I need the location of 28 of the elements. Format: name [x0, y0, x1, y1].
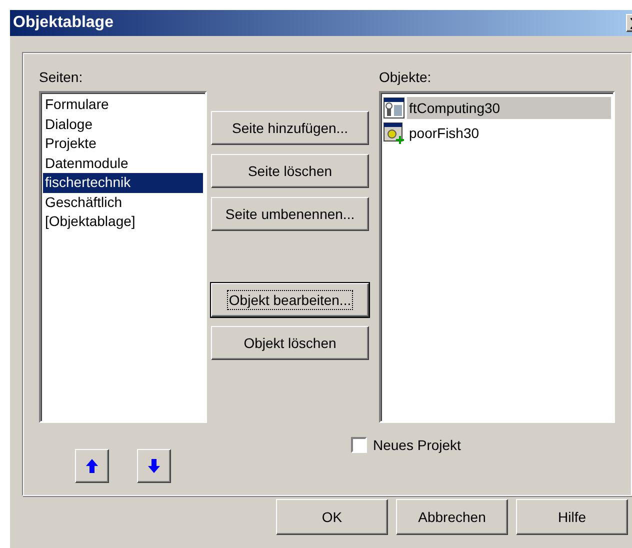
project-icon [383, 122, 405, 144]
action-button[interactable]: Objekt bearbeiten... [211, 283, 369, 317]
form-icon [383, 96, 405, 118]
arrow-down-icon [148, 459, 160, 473]
action-button[interactable]: Seite hinzufügen... [211, 111, 369, 145]
dialog-button[interactable]: Abbrechen [396, 499, 508, 535]
dialog-button[interactable]: Hilfe [516, 499, 628, 535]
page-item[interactable]: Geschäftlich [43, 192, 203, 212]
action-button[interactable]: Seite löschen [211, 154, 369, 188]
page-item[interactable]: Dialoge [43, 114, 203, 134]
action-button[interactable]: Seite umbenennen... [211, 197, 369, 231]
action-button[interactable]: Objekt löschen [211, 326, 369, 360]
new-project-label: Neues Projekt [373, 437, 461, 453]
page-item[interactable]: [Objektablage] [43, 212, 203, 232]
page-item[interactable]: Datenmodule [43, 154, 203, 173]
page-item[interactable]: Projekte [43, 134, 203, 154]
arrow-up-icon [86, 459, 98, 473]
objects-label: Objekte: [379, 69, 432, 87]
page-item[interactable]: fischertechnik [43, 173, 203, 192]
move-up-button[interactable] [75, 449, 109, 483]
dialog-button[interactable]: OK [276, 499, 388, 535]
page-item[interactable]: Formulare [43, 95, 203, 114]
object-item[interactable]: poorFish30 [407, 122, 611, 144]
object-item[interactable]: ftComputing30 [407, 96, 611, 118]
pages-label: Seiten: [39, 69, 84, 87]
window-title: Objektablage [13, 14, 114, 32]
new-project-checkbox[interactable] [351, 437, 367, 453]
move-down-button[interactable] [137, 449, 171, 483]
